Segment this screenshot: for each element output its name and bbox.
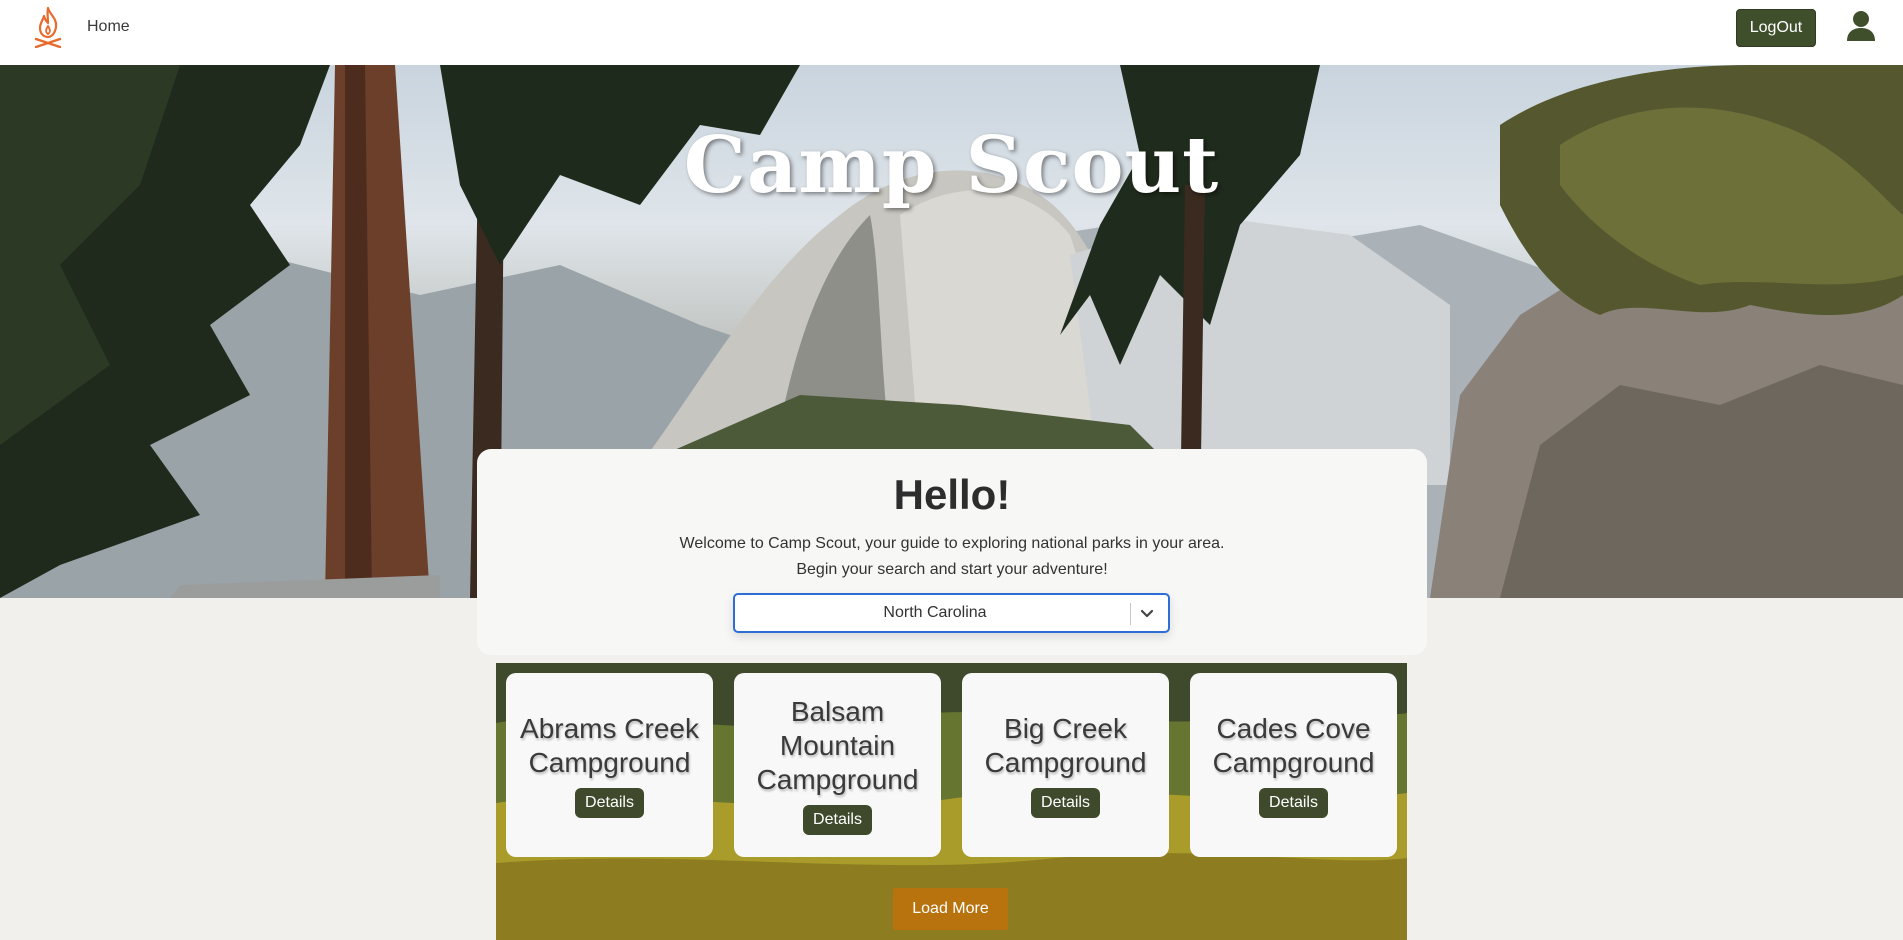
chevron-down-icon[interactable] bbox=[1139, 607, 1155, 621]
campground-card: Cades Cove Campground Details bbox=[1190, 673, 1397, 857]
campfire-icon[interactable] bbox=[32, 6, 64, 48]
details-button[interactable]: Details bbox=[1259, 788, 1328, 818]
nav-home-link[interactable]: Home bbox=[87, 18, 130, 36]
load-more-button[interactable]: Load More bbox=[893, 888, 1008, 930]
hero-title: Camp Scout bbox=[683, 120, 1220, 211]
select-divider bbox=[1130, 603, 1131, 625]
details-button[interactable]: Details bbox=[1031, 788, 1100, 818]
campground-card: Balsam Mountain Campground Details bbox=[734, 673, 941, 857]
welcome-card: Hello! Welcome to Camp Scout, your guide… bbox=[477, 449, 1427, 655]
details-button[interactable]: Details bbox=[575, 788, 644, 818]
campground-name: Cades Cove Campground bbox=[1212, 713, 1375, 778]
user-icon[interactable] bbox=[1846, 10, 1876, 42]
campground-name: Abrams Creek Campground bbox=[520, 713, 699, 778]
welcome-text-line-1: Welcome to Camp Scout, your guide to exp… bbox=[679, 535, 1225, 552]
details-button[interactable]: Details bbox=[803, 805, 872, 835]
state-select[interactable]: North Carolina bbox=[733, 593, 1170, 633]
welcome-heading: Hello! bbox=[893, 471, 1011, 518]
campground-card: Abrams Creek Campground Details bbox=[506, 673, 713, 857]
welcome-text-line-2: Begin your search and start your adventu… bbox=[796, 561, 1108, 578]
state-select-value: North Carolina bbox=[883, 604, 987, 621]
campground-name: Balsam Mountain Campground bbox=[756, 696, 919, 795]
campground-card: Big Creek Campground Details bbox=[962, 673, 1169, 857]
logout-button[interactable]: LogOut bbox=[1736, 9, 1816, 47]
campground-results: Abrams Creek Campground Details Balsam M… bbox=[496, 663, 1407, 940]
navbar: Home LogOut bbox=[0, 0, 1903, 65]
campground-name: Big Creek Campground bbox=[984, 713, 1147, 778]
